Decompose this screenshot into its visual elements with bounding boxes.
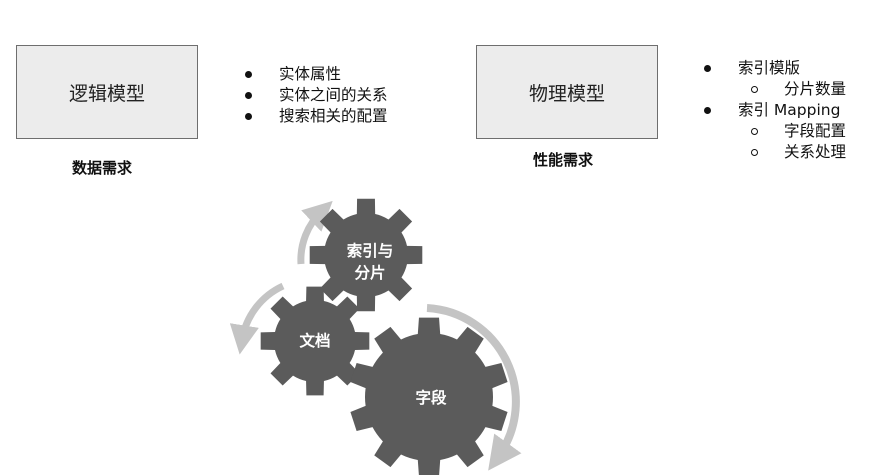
field-gear-label: 字段 (415, 388, 447, 407)
index-sharding-label-line1: 索引与 (347, 241, 394, 260)
gears-diagram: 索引与 分片 文档 字段 (229, 198, 522, 475)
document-gear-label: 文档 (299, 331, 330, 350)
index-sharding-label-line2: 分片 (354, 263, 385, 282)
